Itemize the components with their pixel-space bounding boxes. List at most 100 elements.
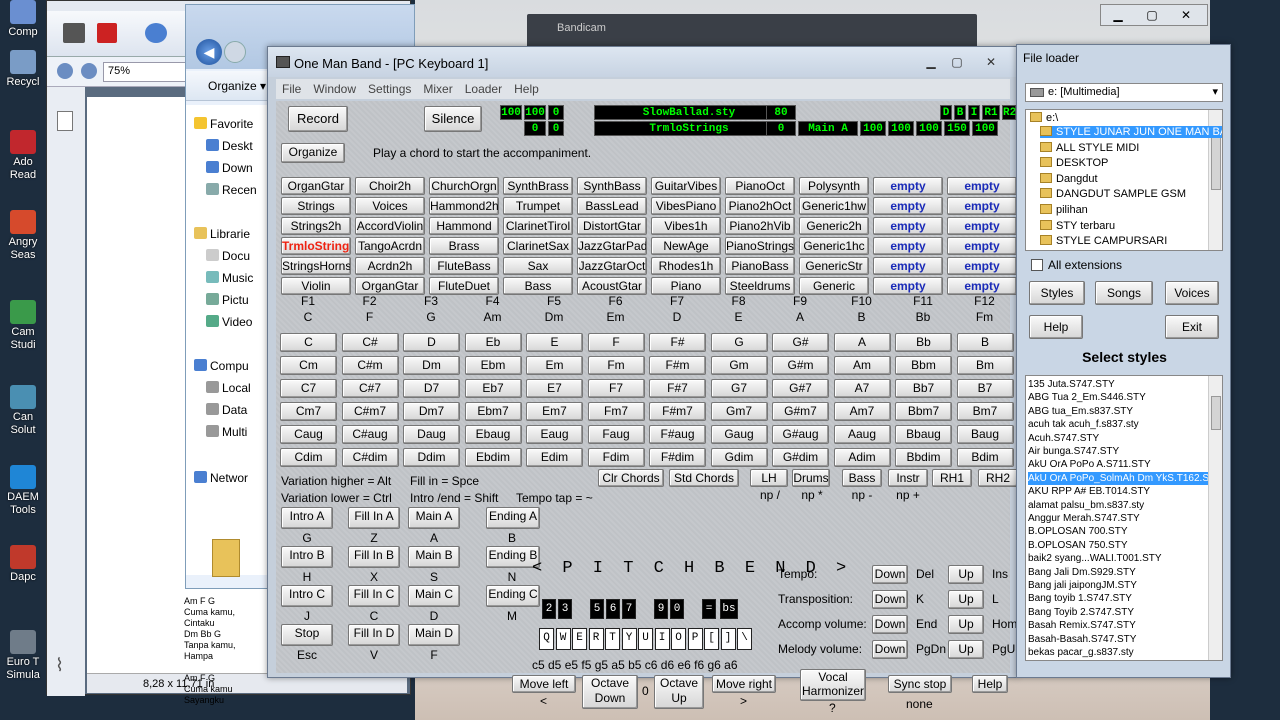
tree-item[interactable]: Video	[206, 315, 252, 329]
voice-button[interactable]: JazzGtarPad	[577, 237, 647, 255]
chord-button[interactable]: Fdim	[587, 448, 645, 467]
file-item[interactable]: Basah Remix.S747.STY	[1028, 619, 1208, 632]
voice-button[interactable]: Hammond	[429, 217, 499, 235]
menu-item[interactable]: Loader	[459, 79, 508, 99]
chord-button[interactable]: Cm	[280, 356, 337, 375]
section-button[interactable]: Intro C	[281, 585, 333, 607]
chord-button[interactable]: Ebm7	[464, 402, 522, 421]
voice-button[interactable]: Generic1hw	[799, 197, 869, 215]
chord-button[interactable]: Faug	[587, 425, 645, 444]
tree-item[interactable]: Favorite	[194, 117, 253, 131]
piano-key[interactable]: I	[654, 628, 670, 650]
exit-button[interactable]: Exit	[1165, 315, 1219, 339]
file-item[interactable]: ABG tua_Em.s837.STY	[1028, 405, 1208, 418]
desktop-icon[interactable]: Comp	[0, 0, 46, 39]
voice-button[interactable]: Steeldrums	[725, 277, 795, 295]
menu-item[interactable]: Window	[307, 79, 362, 99]
chord-button[interactable]: F#aug	[649, 425, 706, 444]
piano-key[interactable]: Y	[621, 628, 637, 650]
chord-button[interactable]: Bbdim	[895, 448, 952, 467]
chord-button[interactable]: C#m	[341, 356, 399, 375]
voice-button[interactable]: empty	[947, 197, 1017, 215]
voice-button[interactable]: Trumpet	[503, 197, 573, 215]
piano-key[interactable]: bs	[720, 599, 738, 619]
piano-key[interactable]: ]	[720, 628, 736, 650]
zoom-out-icon[interactable]	[57, 63, 73, 79]
section-button[interactable]: Ending C	[486, 585, 540, 607]
voice-button[interactable]: Generic1hc	[799, 237, 869, 255]
tree-item[interactable]: Compu	[194, 359, 249, 373]
chord-button[interactable]: C#m7	[341, 402, 399, 421]
down-button[interactable]: Down	[872, 565, 908, 584]
voice-button[interactable]: Vibes1h	[651, 217, 721, 235]
voice-button[interactable]: Generic2h	[799, 217, 869, 235]
help-button[interactable]: Help	[972, 675, 1008, 693]
voice-button[interactable]: TangoAcrdn	[355, 237, 425, 255]
chord-button[interactable]: Bbm7	[895, 402, 952, 421]
voice-button[interactable]: Sax	[503, 257, 573, 275]
voices-button[interactable]: Voices	[1165, 281, 1219, 305]
folder-item[interactable]: STY terbaru	[1040, 219, 1115, 232]
section-button[interactable]: Main B	[408, 546, 460, 568]
section-button[interactable]: Main A	[408, 507, 460, 529]
part-button[interactable]: RH2	[978, 469, 1018, 487]
piano-key[interactable]: 9	[654, 599, 668, 619]
all-extensions-checkbox[interactable]	[1031, 259, 1043, 271]
octave-down-button[interactable]: Octave Down	[582, 675, 638, 709]
file-item[interactable]: Bang jali jaipongJM.STY	[1028, 579, 1208, 592]
voice-button[interactable]: AcoustGtar	[577, 277, 647, 295]
chord-button[interactable]: Cdim	[280, 448, 337, 467]
chord-button[interactable]: Aaug	[833, 425, 891, 444]
chord-button[interactable]: Eaug	[526, 425, 583, 444]
voice-button[interactable]: Brass	[429, 237, 499, 255]
section-button[interactable]: Fill In B	[348, 546, 400, 568]
chord-button[interactable]: G#	[772, 333, 829, 352]
chord-button[interactable]: C#aug	[341, 425, 399, 444]
part-button[interactable]: Instr	[888, 469, 928, 487]
desktop-icon[interactable]: Euro T Simula	[0, 630, 46, 682]
file-item[interactable]: alamat palsu_bm.s837.sty	[1028, 499, 1208, 512]
piano-key[interactable]: W	[555, 628, 571, 650]
voice-button[interactable]: empty	[947, 217, 1017, 235]
voice-button[interactable]: GenericStr	[799, 257, 869, 275]
chord-button[interactable]: Cm7	[280, 402, 337, 421]
chord-button[interactable]: Am	[833, 356, 891, 375]
chord-button[interactable]: C7	[280, 379, 337, 398]
chord-button[interactable]: F7	[587, 379, 645, 398]
tree-item[interactable]: Local	[206, 381, 251, 395]
voice-button[interactable]: PianoOct	[725, 177, 795, 195]
voice-button[interactable]: ChurchOrgn	[429, 177, 499, 195]
chord-button[interactable]: B7	[956, 379, 1014, 398]
voice-button[interactable]: Piano2hOct	[725, 197, 795, 215]
file-item[interactable]: bekas pacar_g.s837.sty	[1028, 646, 1208, 659]
piano-key[interactable]: 3	[558, 599, 572, 619]
desktop-icon[interactable]: Ado Read	[0, 130, 46, 182]
down-button[interactable]: Down	[872, 640, 908, 659]
chord-button[interactable]: D7	[403, 379, 460, 398]
part-button[interactable]: Bass	[842, 469, 882, 487]
songs-button[interactable]: Songs	[1095, 281, 1153, 305]
zoom-in-icon[interactable]	[81, 63, 97, 79]
chord-button[interactable]: G7	[710, 379, 768, 398]
voice-button[interactable]: StringsHorns	[281, 257, 351, 275]
clr-chords-button[interactable]: Clr Chords	[598, 469, 664, 487]
chord-button[interactable]: Bb7	[895, 379, 952, 398]
up-button[interactable]: Up	[948, 615, 984, 634]
pages-icon[interactable]	[57, 111, 73, 131]
file-list[interactable]: 135 Juta.S747.STY ABG Tua 2_Em.S446.STY AB…	[1025, 375, 1223, 661]
menu-item[interactable]: Mixer	[417, 79, 458, 99]
section-button[interactable]: Stop	[281, 624, 333, 646]
piano-key[interactable]: 2	[542, 599, 556, 619]
voice-button[interactable]: DistortGtar	[577, 217, 647, 235]
voice-button[interactable]: Violin	[281, 277, 351, 295]
voice-button[interactable]: Generic	[799, 277, 869, 295]
silence-button[interactable]: Silence	[424, 106, 482, 132]
close-icon[interactable]: ✕	[1169, 5, 1203, 25]
chord-button[interactable]: B	[956, 333, 1014, 352]
voice-button[interactable]: empty	[873, 237, 943, 255]
voice-button[interactable]: Piano	[651, 277, 721, 295]
menu-item[interactable]: Help	[508, 79, 545, 99]
voice-button[interactable]: TrmloStrings	[281, 237, 351, 255]
tree-item[interactable]: Down	[206, 161, 253, 175]
file-item[interactable]: acuh tak acuh_f.s837.sty	[1028, 418, 1208, 431]
